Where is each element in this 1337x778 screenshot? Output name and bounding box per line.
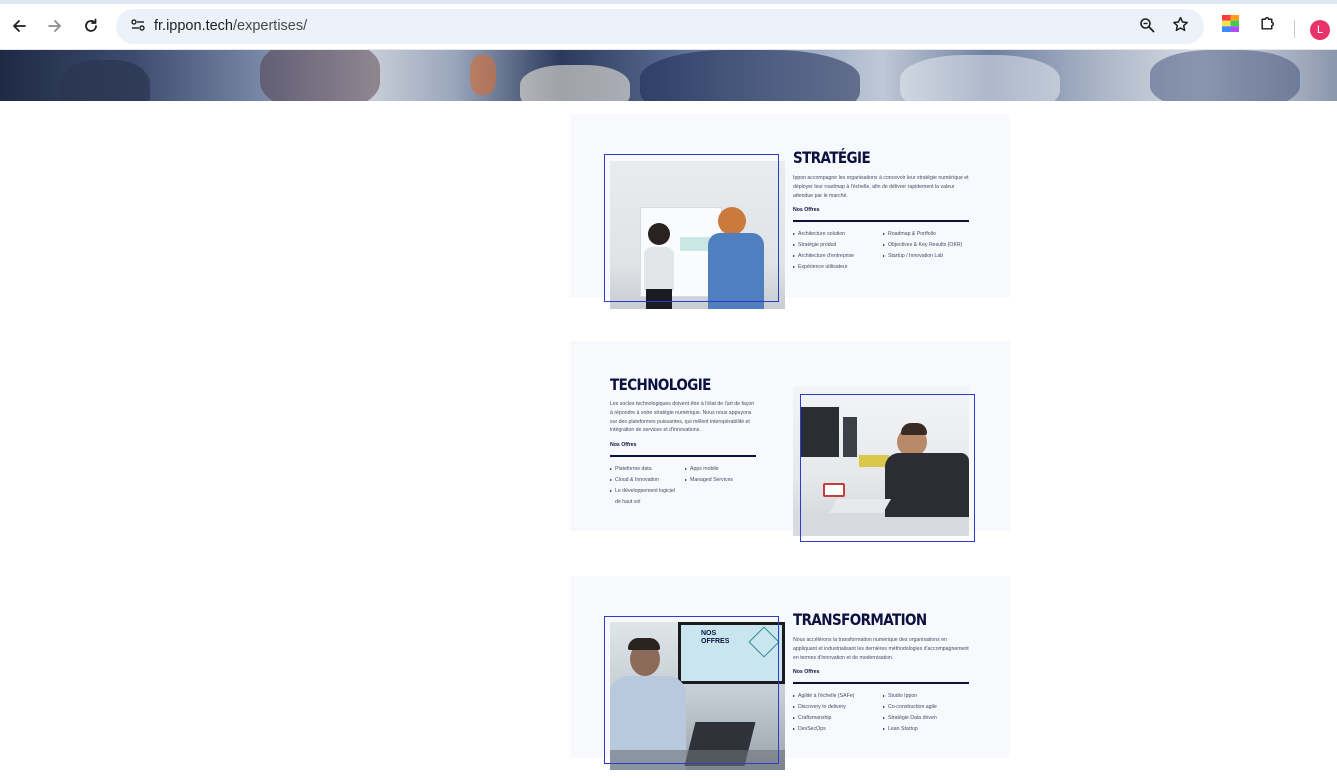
address-bar[interactable]: fr.ippon.tech/expertises/ <box>116 9 1204 44</box>
offer-link[interactable]: Plateforme data <box>610 464 680 475</box>
offer-link[interactable]: Roadmap & Portfolio <box>883 229 962 240</box>
offers-label: Nos Offres <box>793 669 820 675</box>
offers-divider <box>610 455 756 457</box>
offers-list-right: Roadmap & Portfolio Objectives & Key Res… <box>883 229 962 262</box>
forward-arrow-icon <box>47 18 63 34</box>
browser-toolbar: fr.ippon.tech/expertises/ L <box>0 4 1337 50</box>
section-description: Nous accélérons la transformation numéri… <box>793 637 969 661</box>
section-description: Ippon accompagne les organisations à con… <box>793 175 969 199</box>
offer-link[interactable]: Co-construction agile <box>883 702 937 713</box>
hero-banner-image <box>0 50 1337 101</box>
offer-link[interactable]: Agilité à l'échelle (SAFe) <box>793 691 854 702</box>
bookmark-button[interactable] <box>1166 13 1194 41</box>
offers-label: Nos Offres <box>793 207 820 213</box>
bookmark-star-icon <box>1172 16 1189 38</box>
offers-list-left: Agilité à l'échelle (SAFe) Discovery to … <box>793 691 854 735</box>
strategie-photo-frame <box>604 154 779 302</box>
extensions-button[interactable] <box>1253 12 1281 40</box>
offer-link[interactable]: Objectives & Key Results (OKR) <box>883 240 962 251</box>
offer-link[interactable]: Cloud & Innovation <box>610 475 680 486</box>
section-title: STRATÉGIE <box>793 149 871 168</box>
offer-link[interactable]: Stratégie Data driven <box>883 713 937 724</box>
offer-link[interactable]: Apps mobile <box>685 464 733 475</box>
url-path: /expertises/ <box>233 18 308 34</box>
site-info-button[interactable] <box>124 13 152 41</box>
offer-link[interactable]: Expérience utilisateur <box>793 262 854 273</box>
site-info-icon <box>130 17 146 38</box>
offers-list-left: Architecture solution Stratégie produit … <box>793 229 854 273</box>
section-title: TRANSFORMATION <box>793 611 927 630</box>
offer-link[interactable]: Studio Ippon <box>883 691 937 702</box>
offer-link[interactable]: Craftsmanship <box>793 713 854 724</box>
back-arrow-icon <box>11 18 27 34</box>
color-extension-button[interactable] <box>1216 12 1244 40</box>
offers-divider <box>793 682 969 684</box>
offer-link[interactable]: Discovery to delivery <box>793 702 854 713</box>
puzzle-extensions-icon <box>1259 15 1276 37</box>
offer-link[interactable]: Le développement logiciel de haut vol <box>610 486 680 508</box>
zoom-icon <box>1139 17 1155 38</box>
section-title: TECHNOLOGIE <box>610 376 711 395</box>
offers-divider <box>793 220 969 222</box>
url-text[interactable]: fr.ippon.tech/expertises/ <box>154 18 307 34</box>
offers-list-left: Plateforme data Cloud & Innovation Le dé… <box>610 464 680 508</box>
offer-link[interactable]: Managed Services <box>685 475 733 486</box>
url-host: fr.ippon.tech <box>154 18 233 34</box>
profile-avatar[interactable]: L <box>1310 20 1330 40</box>
forward-button[interactable] <box>41 12 69 40</box>
offer-link[interactable]: DevSecOps <box>793 724 854 735</box>
zoom-button[interactable] <box>1133 13 1161 41</box>
reload-button[interactable] <box>77 12 105 40</box>
offers-list-right: Studio Ippon Co-construction agile Strat… <box>883 691 937 735</box>
toolbar-divider <box>1294 20 1295 38</box>
technologie-photo-frame <box>800 394 975 542</box>
offer-link[interactable]: Lean Startup <box>883 724 937 735</box>
offer-link[interactable]: Architecture d'entreprise <box>793 251 854 262</box>
offer-link[interactable]: Startup / Innovation Lab <box>883 251 962 262</box>
offers-list-right: Apps mobile Managed Services <box>685 464 733 486</box>
reload-icon <box>83 18 99 34</box>
offer-link[interactable]: Architecture solution <box>793 229 854 240</box>
offers-label: Nos Offres <box>610 442 637 448</box>
back-button[interactable] <box>5 12 33 40</box>
transformation-photo-frame <box>604 616 779 764</box>
section-description: Les socles technologiques doivent être à… <box>610 401 755 434</box>
color-extension-icon <box>1221 15 1239 37</box>
offer-link[interactable]: Stratégie produit <box>793 240 854 251</box>
